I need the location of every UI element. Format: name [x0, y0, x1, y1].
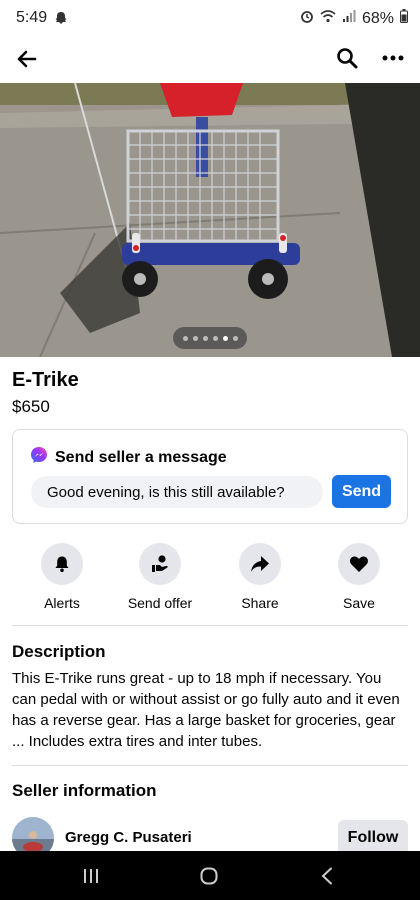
top-bar: [0, 36, 420, 82]
message-seller-card: Send seller a message Good evening, is t…: [12, 429, 408, 524]
pager-dot-active: [222, 335, 228, 341]
battery-percent: 68%: [361, 9, 394, 27]
seller-info-heading: Seller information: [12, 781, 157, 800]
system-nav-bar: [0, 851, 420, 900]
save-button[interactable]: Save: [309, 543, 409, 613]
status-icons: 68%: [300, 9, 408, 28]
send-button[interactable]: Send: [332, 475, 391, 508]
trike-photo-illustration: [0, 83, 420, 357]
back-chevron-icon: [321, 867, 332, 885]
pager-dot: [232, 335, 238, 341]
status-time: 5:49: [16, 9, 48, 26]
photo-pager-dots: [173, 327, 247, 349]
save-label: Save: [343, 595, 375, 611]
recent-apps-icon: [84, 869, 98, 883]
description-heading: Description: [12, 642, 106, 661]
search-icon: [337, 48, 358, 69]
seller-name[interactable]: Gregg C. Pusateri: [65, 829, 192, 846]
signal-icon: [342, 9, 356, 28]
message-card-title: Send seller a message: [55, 449, 227, 466]
pager-dot: [212, 335, 218, 341]
pager-dot: [202, 335, 208, 341]
message-input[interactable]: Good evening, is this still available?: [31, 476, 323, 508]
back-button[interactable]: [10, 42, 44, 76]
messenger-icon: [31, 447, 47, 463]
alerts-label: Alerts: [44, 595, 80, 611]
alerts-button[interactable]: Alerts: [12, 543, 112, 613]
listing-price: $650: [12, 397, 50, 416]
home-icon: [200, 867, 218, 885]
description-text: This E-Trike runs great - up to 18 mph i…: [12, 670, 400, 750]
send-offer-button[interactable]: Send offer: [110, 543, 210, 613]
send-offer-label: Send offer: [127, 595, 193, 611]
share-label: Share: [241, 595, 279, 611]
listing-photo[interactable]: [0, 83, 420, 357]
home-button[interactable]: [189, 863, 229, 889]
bell-icon: [55, 556, 69, 573]
pager-dot: [192, 335, 198, 341]
offer-icon: [152, 555, 168, 572]
recent-apps-button[interactable]: [71, 863, 111, 889]
search-button[interactable]: [330, 41, 364, 75]
listing-title: E-Trike: [12, 369, 79, 391]
pager-dot: [182, 335, 188, 341]
more-dots-icon: [382, 55, 404, 61]
alarm-icon: [300, 9, 314, 28]
back-arrow-icon: [17, 50, 37, 68]
status-bar: 5:49 68%: [0, 0, 420, 36]
battery-icon: [400, 9, 408, 28]
wifi-icon: [320, 9, 336, 28]
divider: [12, 625, 408, 626]
share-button[interactable]: Share: [210, 543, 310, 613]
snapchat-icon: [54, 11, 68, 30]
action-row: Alerts Send offer Share Save: [0, 543, 420, 613]
divider: [12, 765, 408, 766]
more-options-button[interactable]: [376, 41, 410, 75]
heart-icon: [350, 556, 368, 572]
back-nav-button[interactable]: [307, 863, 347, 889]
share-icon: [251, 556, 269, 572]
